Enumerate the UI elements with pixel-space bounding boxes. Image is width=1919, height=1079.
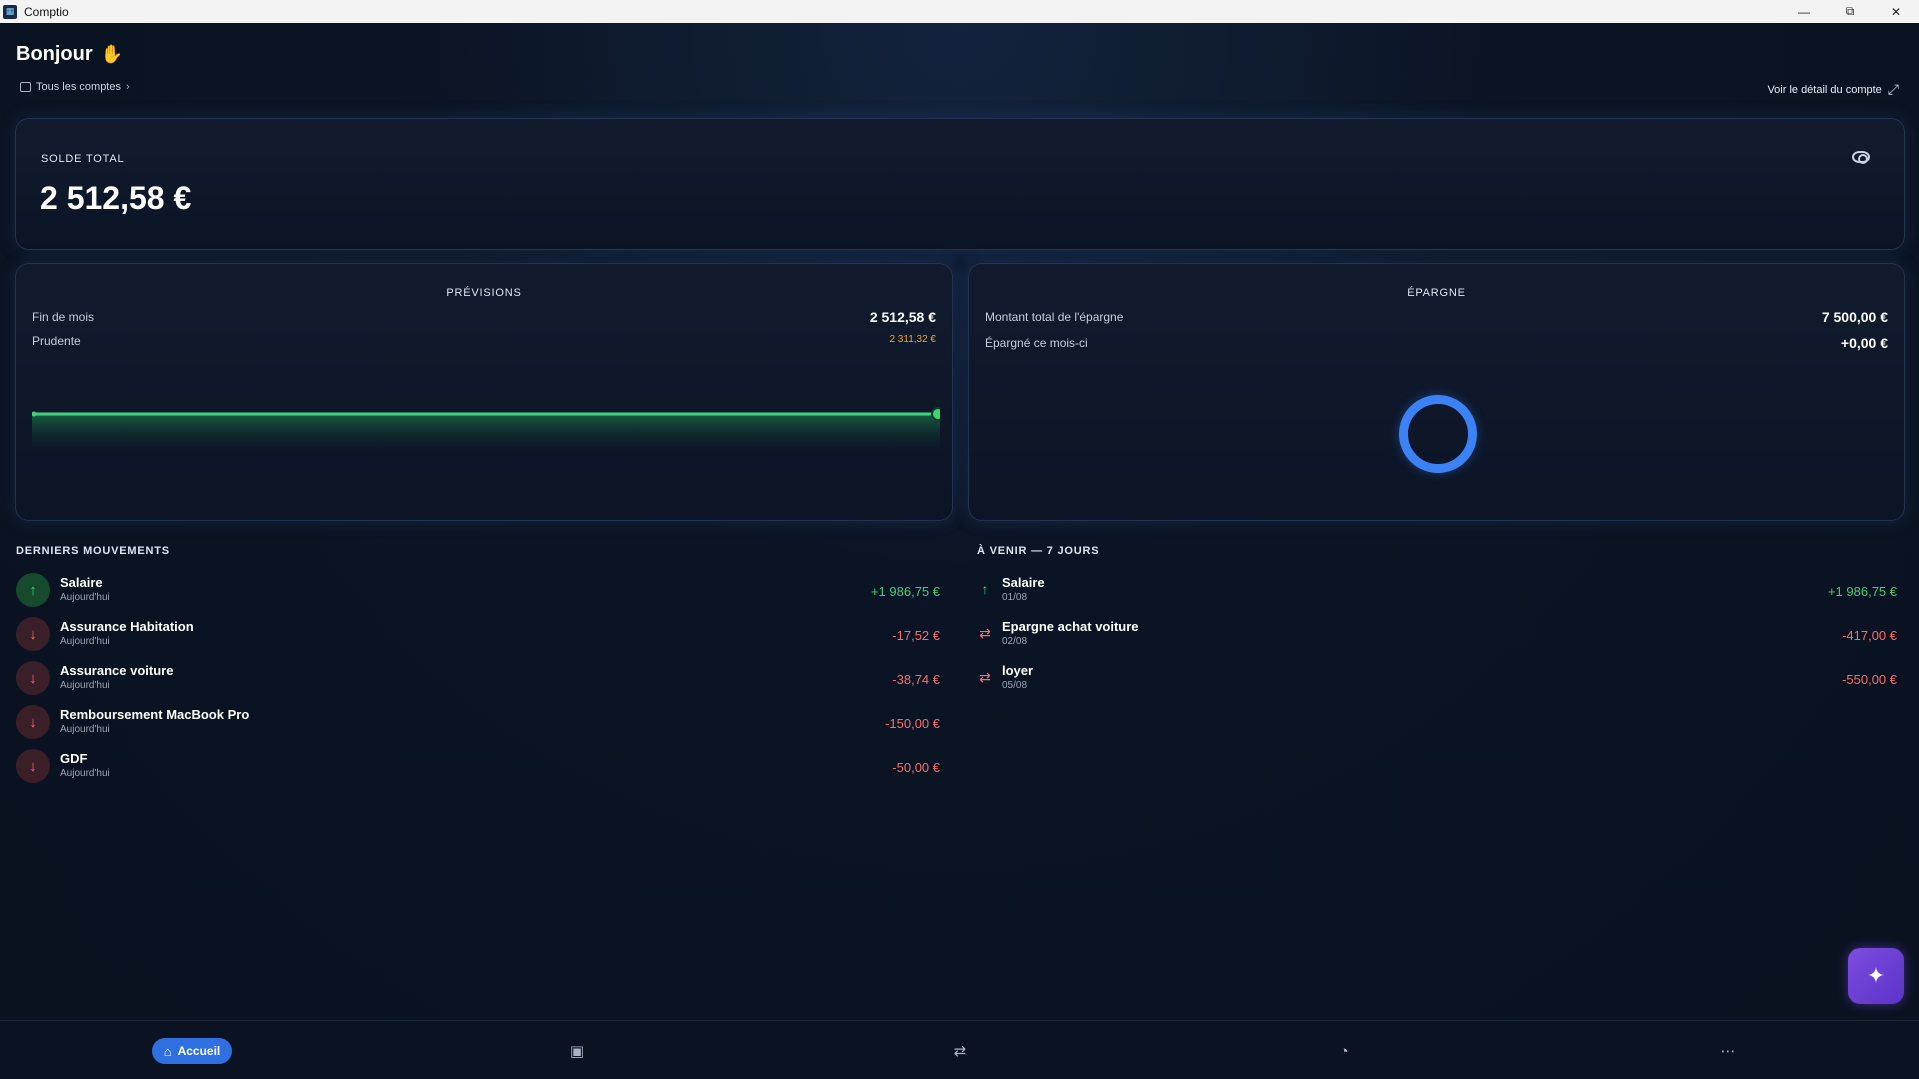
- list-item[interactable]: ↑ Salaire 01/08 +1 986,75 €: [977, 569, 1905, 613]
- end-of-month-value: 2 512,58 €: [869, 309, 936, 325]
- nav-home-tab[interactable]: ⌂ Accueil: [152, 1038, 232, 1064]
- window-title: Comptio: [24, 4, 69, 19]
- item-date: Aujourd'hui: [60, 768, 110, 779]
- list-item[interactable]: ↓ Assurance Habitation Aujourd'hui -17,5…: [16, 613, 948, 657]
- all-accounts-link[interactable]: Tous les comptes ›: [20, 81, 130, 93]
- item-date: 01/08: [1002, 592, 1028, 603]
- restore-icon[interactable]: ⧉: [1827, 0, 1873, 23]
- savings-ring-chart: [1399, 395, 1477, 473]
- item-name: Salaire: [1002, 575, 1045, 590]
- previsions-title: PRÉVISIONS: [446, 287, 522, 299]
- account-detail-label: Voir le détail du compte: [1767, 83, 1882, 96]
- eye-icon[interactable]: [1852, 151, 1870, 164]
- list-item[interactable]: ⇄ Epargne achat voiture 02/08 -417,00 €: [977, 613, 1905, 657]
- arrow-down-icon: ↓: [16, 661, 50, 695]
- item-name: Remboursement MacBook Pro: [60, 707, 250, 722]
- all-accounts-label: Tous les comptes: [36, 81, 121, 93]
- previsions-card[interactable]: PRÉVISIONS Fin de mois 2 512,58 € Pruden…: [15, 263, 953, 521]
- item-date: 02/08: [1002, 636, 1028, 647]
- item-name: Assurance voiture: [60, 663, 174, 678]
- item-name: GDF: [60, 751, 88, 766]
- account-detail-link[interactable]: Voir le détail du compte ⤢: [1767, 81, 1899, 98]
- recent-movements-title: DERNIERS MOUVEMENTS: [16, 545, 170, 557]
- waving-hand-icon: ✋: [100, 44, 124, 64]
- savings-total-label: Montant total de l'épargne: [985, 310, 1124, 324]
- greeting: Bonjour ✋: [16, 43, 123, 66]
- repeat-icon: ⇄: [979, 625, 991, 641]
- prudent-label: Prudente: [32, 334, 81, 348]
- item-name: Assurance Habitation: [60, 619, 194, 634]
- epargne-title: ÉPARGNE: [1407, 287, 1466, 299]
- wallet-icon: [20, 82, 31, 92]
- more-icon[interactable]: ⋯: [1713, 1038, 1743, 1064]
- recent-movements-list: ↑ Salaire Aujourd'hui +1 986,75 € ↓ Assu…: [16, 569, 948, 789]
- list-item[interactable]: ↓ Assurance voiture Aujourd'hui -38,74 €: [16, 657, 948, 701]
- nav-home-label: Accueil: [177, 1044, 221, 1058]
- main-content: Bonjour ✋ Tous les comptes › Voir le dét…: [0, 23, 1919, 1020]
- item-amount: -17,52 €: [892, 628, 940, 643]
- bottom-navigation: ⌂ Accueil ▣ ⇄ ◔ ⋯: [0, 1020, 1919, 1079]
- item-name: Salaire: [60, 575, 103, 590]
- total-balance-card: SOLDE TOTAL 2 512,58 €: [15, 118, 1905, 250]
- arrow-down-icon: ↓: [16, 749, 50, 783]
- transfer-icon[interactable]: ⇄: [945, 1038, 975, 1064]
- list-item[interactable]: ⇄ loyer 05/08 -550,00 €: [977, 657, 1905, 701]
- item-date: 05/08: [1002, 680, 1028, 691]
- arrow-up-icon: ↑: [981, 581, 989, 597]
- list-item[interactable]: ↓ GDF Aujourd'hui -50,00 €: [16, 745, 948, 789]
- repeat-icon: ⇄: [979, 669, 991, 685]
- list-item[interactable]: ↑ Salaire Aujourd'hui +1 986,75 €: [16, 569, 948, 613]
- item-amount: -50,00 €: [892, 760, 940, 775]
- budget-chart-icon[interactable]: ◔: [1329, 1038, 1359, 1064]
- window-controls: — ⧉ ✕: [1781, 0, 1919, 23]
- balance-label: SOLDE TOTAL: [41, 153, 125, 165]
- list-item[interactable]: ↓ Remboursement MacBook Pro Aujourd'hui …: [16, 701, 948, 745]
- greeting-text: Bonjour: [16, 43, 93, 65]
- upcoming-title: À VENIR — 7 JOURS: [977, 545, 1100, 557]
- balance-amount: 2 512,58 €: [40, 180, 192, 216]
- forecast-area-fill: [32, 414, 940, 454]
- chevron-right-icon: ›: [125, 81, 130, 93]
- item-amount: -550,00 €: [1842, 672, 1897, 687]
- arrow-down-icon: ↓: [16, 705, 50, 739]
- forecast-line-chart: [32, 407, 940, 454]
- close-icon[interactable]: ✕: [1873, 0, 1919, 23]
- item-name: loyer: [1002, 663, 1034, 678]
- saved-this-month-value: +0,00 €: [1840, 335, 1888, 351]
- prudent-value: 2 311,32 €: [889, 334, 936, 345]
- saved-this-month-label: Épargné ce mois-ci: [985, 336, 1088, 350]
- epargne-card[interactable]: ÉPARGNE Montant total de l'épargne 7 500…: [968, 263, 1905, 521]
- item-amount: +1 986,75 €: [870, 584, 940, 599]
- item-date: Aujourd'hui: [60, 680, 110, 691]
- item-amount: -150,00 €: [885, 716, 940, 731]
- item-date: Aujourd'hui: [60, 592, 110, 603]
- sparkles-icon: ✦: [1866, 963, 1886, 988]
- wallet-icon[interactable]: ▣: [562, 1038, 592, 1064]
- ai-assistant-button[interactable]: ✦: [1848, 948, 1904, 1004]
- minimize-icon[interactable]: —: [1781, 0, 1827, 23]
- arrow-down-icon: ↓: [16, 617, 50, 651]
- expand-icon: ⤢: [1887, 81, 1899, 97]
- item-amount: +1 986,75 €: [1827, 584, 1897, 599]
- app-logo-icon: ▦: [3, 4, 17, 19]
- upcoming-list: ↑ Salaire 01/08 +1 986,75 € ⇄ Epargne ac…: [977, 569, 1905, 701]
- item-amount: -38,74 €: [892, 672, 940, 687]
- item-date: Aujourd'hui: [60, 724, 110, 735]
- item-name: Epargne achat voiture: [1002, 619, 1139, 634]
- home-icon: ⌂: [163, 1043, 172, 1059]
- savings-total-value: 7 500,00 €: [1821, 309, 1888, 325]
- window-title-bar: ▦ Comptio — ⧉ ✕: [0, 0, 1919, 23]
- arrow-up-icon: ↑: [16, 573, 50, 607]
- forecast-end-point: [931, 407, 940, 421]
- item-amount: -417,00 €: [1842, 628, 1897, 643]
- end-of-month-label: Fin de mois: [32, 310, 95, 324]
- item-date: Aujourd'hui: [60, 636, 110, 647]
